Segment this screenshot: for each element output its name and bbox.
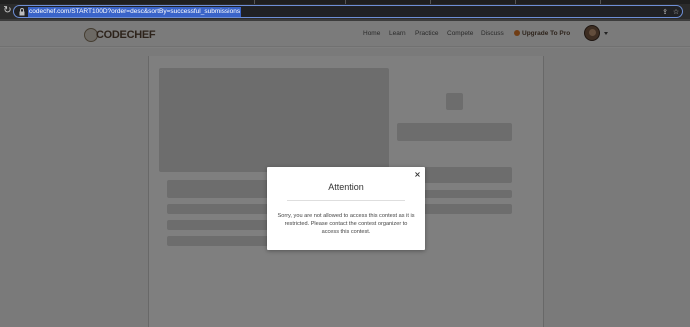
reload-icon[interactable]: ↻ [2,5,13,17]
star-icon[interactable]: ☆ [671,7,681,17]
dialog-divider [287,200,405,201]
share-icon[interactable]: ⇪ [660,7,670,17]
close-icon[interactable]: × [413,170,422,179]
browser-toolbar: ↻ codechef.com/START100D?order=desc&sort… [0,4,690,19]
address-bar[interactable]: codechef.com/START100D?order=desc&sortBy… [13,5,683,18]
dialog-message: Sorry, you are not allowed to access thi… [277,213,415,235]
address-url[interactable]: codechef.com/START100D?order=desc&sortBy… [28,7,242,17]
attention-dialog: × Attention Sorry, you are not allowed t… [267,167,425,250]
lock-icon[interactable] [18,7,26,17]
dialog-title: Attention [328,182,364,192]
